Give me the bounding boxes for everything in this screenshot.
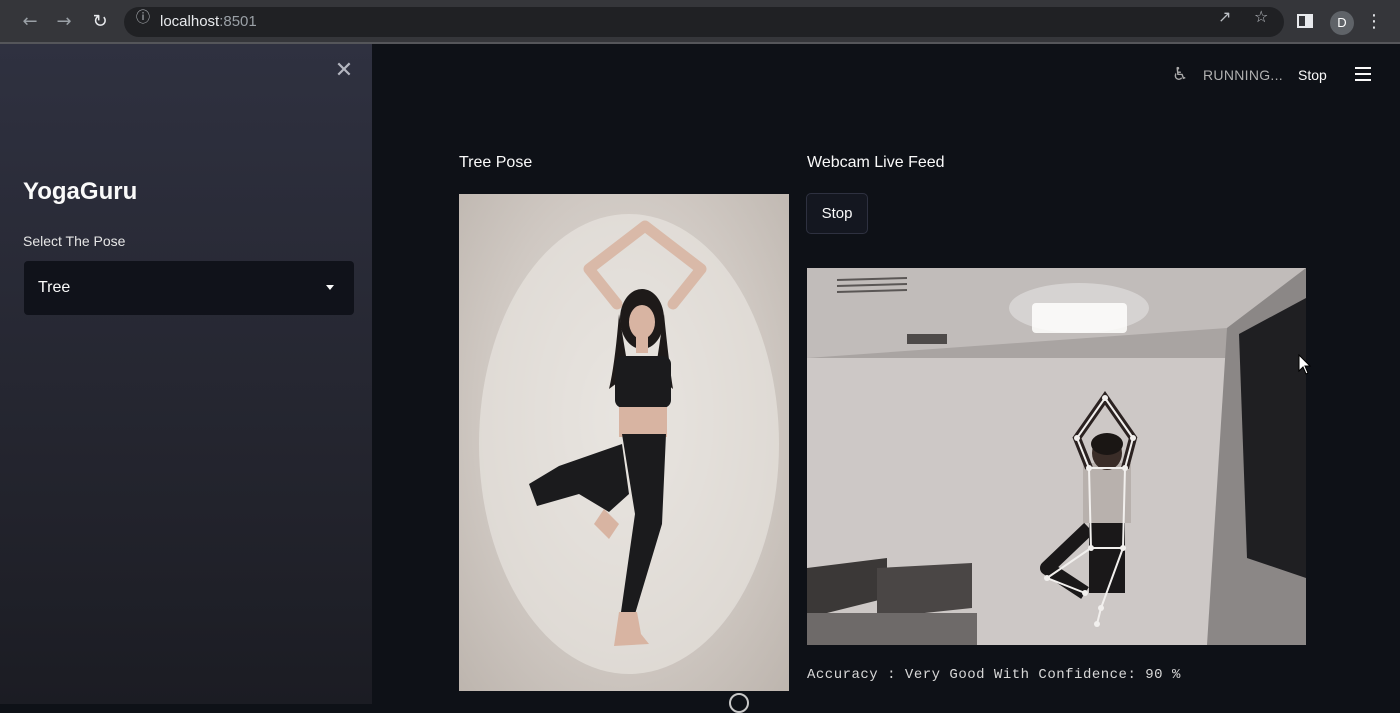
share-icon[interactable]: ↗ [1218, 7, 1231, 26]
tree-pose-figure [479, 214, 779, 674]
accuracy-readout: Accuracy : Very Good With Confidence: 90… [807, 667, 1181, 683]
side-panel-icon[interactable] [1297, 14, 1313, 28]
chevron-down-icon [326, 285, 334, 290]
info-icon[interactable]: ⓘ [136, 7, 150, 27]
webcam-stop-button[interactable]: Stop [806, 193, 868, 234]
running-status: RUNNING... [1203, 67, 1283, 83]
webcam-header: Webcam Live Feed [807, 154, 945, 171]
reference-pose-image [459, 194, 789, 691]
url-host: localhost [160, 13, 220, 30]
webcam-frame [807, 268, 1306, 645]
arrow-right-icon[interactable]: → [50, 8, 78, 36]
more-vertical-icon[interactable]: ⋮ [1365, 8, 1383, 36]
star-icon[interactable]: ☆ [1254, 7, 1268, 26]
scroll-indicator [729, 693, 749, 713]
stop-run-button[interactable]: Stop [1298, 67, 1327, 83]
pose-select-value: Tree [38, 279, 71, 296]
webcam-feed [807, 268, 1306, 645]
url-port: :8501 [219, 13, 257, 30]
reload-icon[interactable]: ↻ [86, 8, 114, 36]
browser-toolbar: ← → ↻ ⓘ localhost:8501 ↗ ☆ D ⋮ [0, 0, 1400, 44]
profile-avatar[interactable]: D [1330, 11, 1354, 35]
pose-select[interactable]: Tree [24, 261, 354, 315]
mouse-cursor-icon [1298, 354, 1312, 375]
close-icon[interactable]: ✕ [333, 60, 355, 82]
url-text: localhost:8501 [160, 7, 257, 37]
app-title: YogaGuru [23, 178, 138, 205]
running-man-icon: ♿ [1172, 64, 1189, 85]
hamburger-menu-icon[interactable] [1355, 67, 1371, 81]
arrow-left-icon[interactable]: ← [16, 8, 44, 36]
sidebar: ✕ YogaGuru Select The Pose Tree [0, 44, 372, 704]
pose-select-label: Select The Pose [23, 233, 126, 249]
reference-pose-header: Tree Pose [459, 154, 533, 171]
address-bar[interactable]: ⓘ localhost:8501 ↗ ☆ [124, 7, 1284, 37]
